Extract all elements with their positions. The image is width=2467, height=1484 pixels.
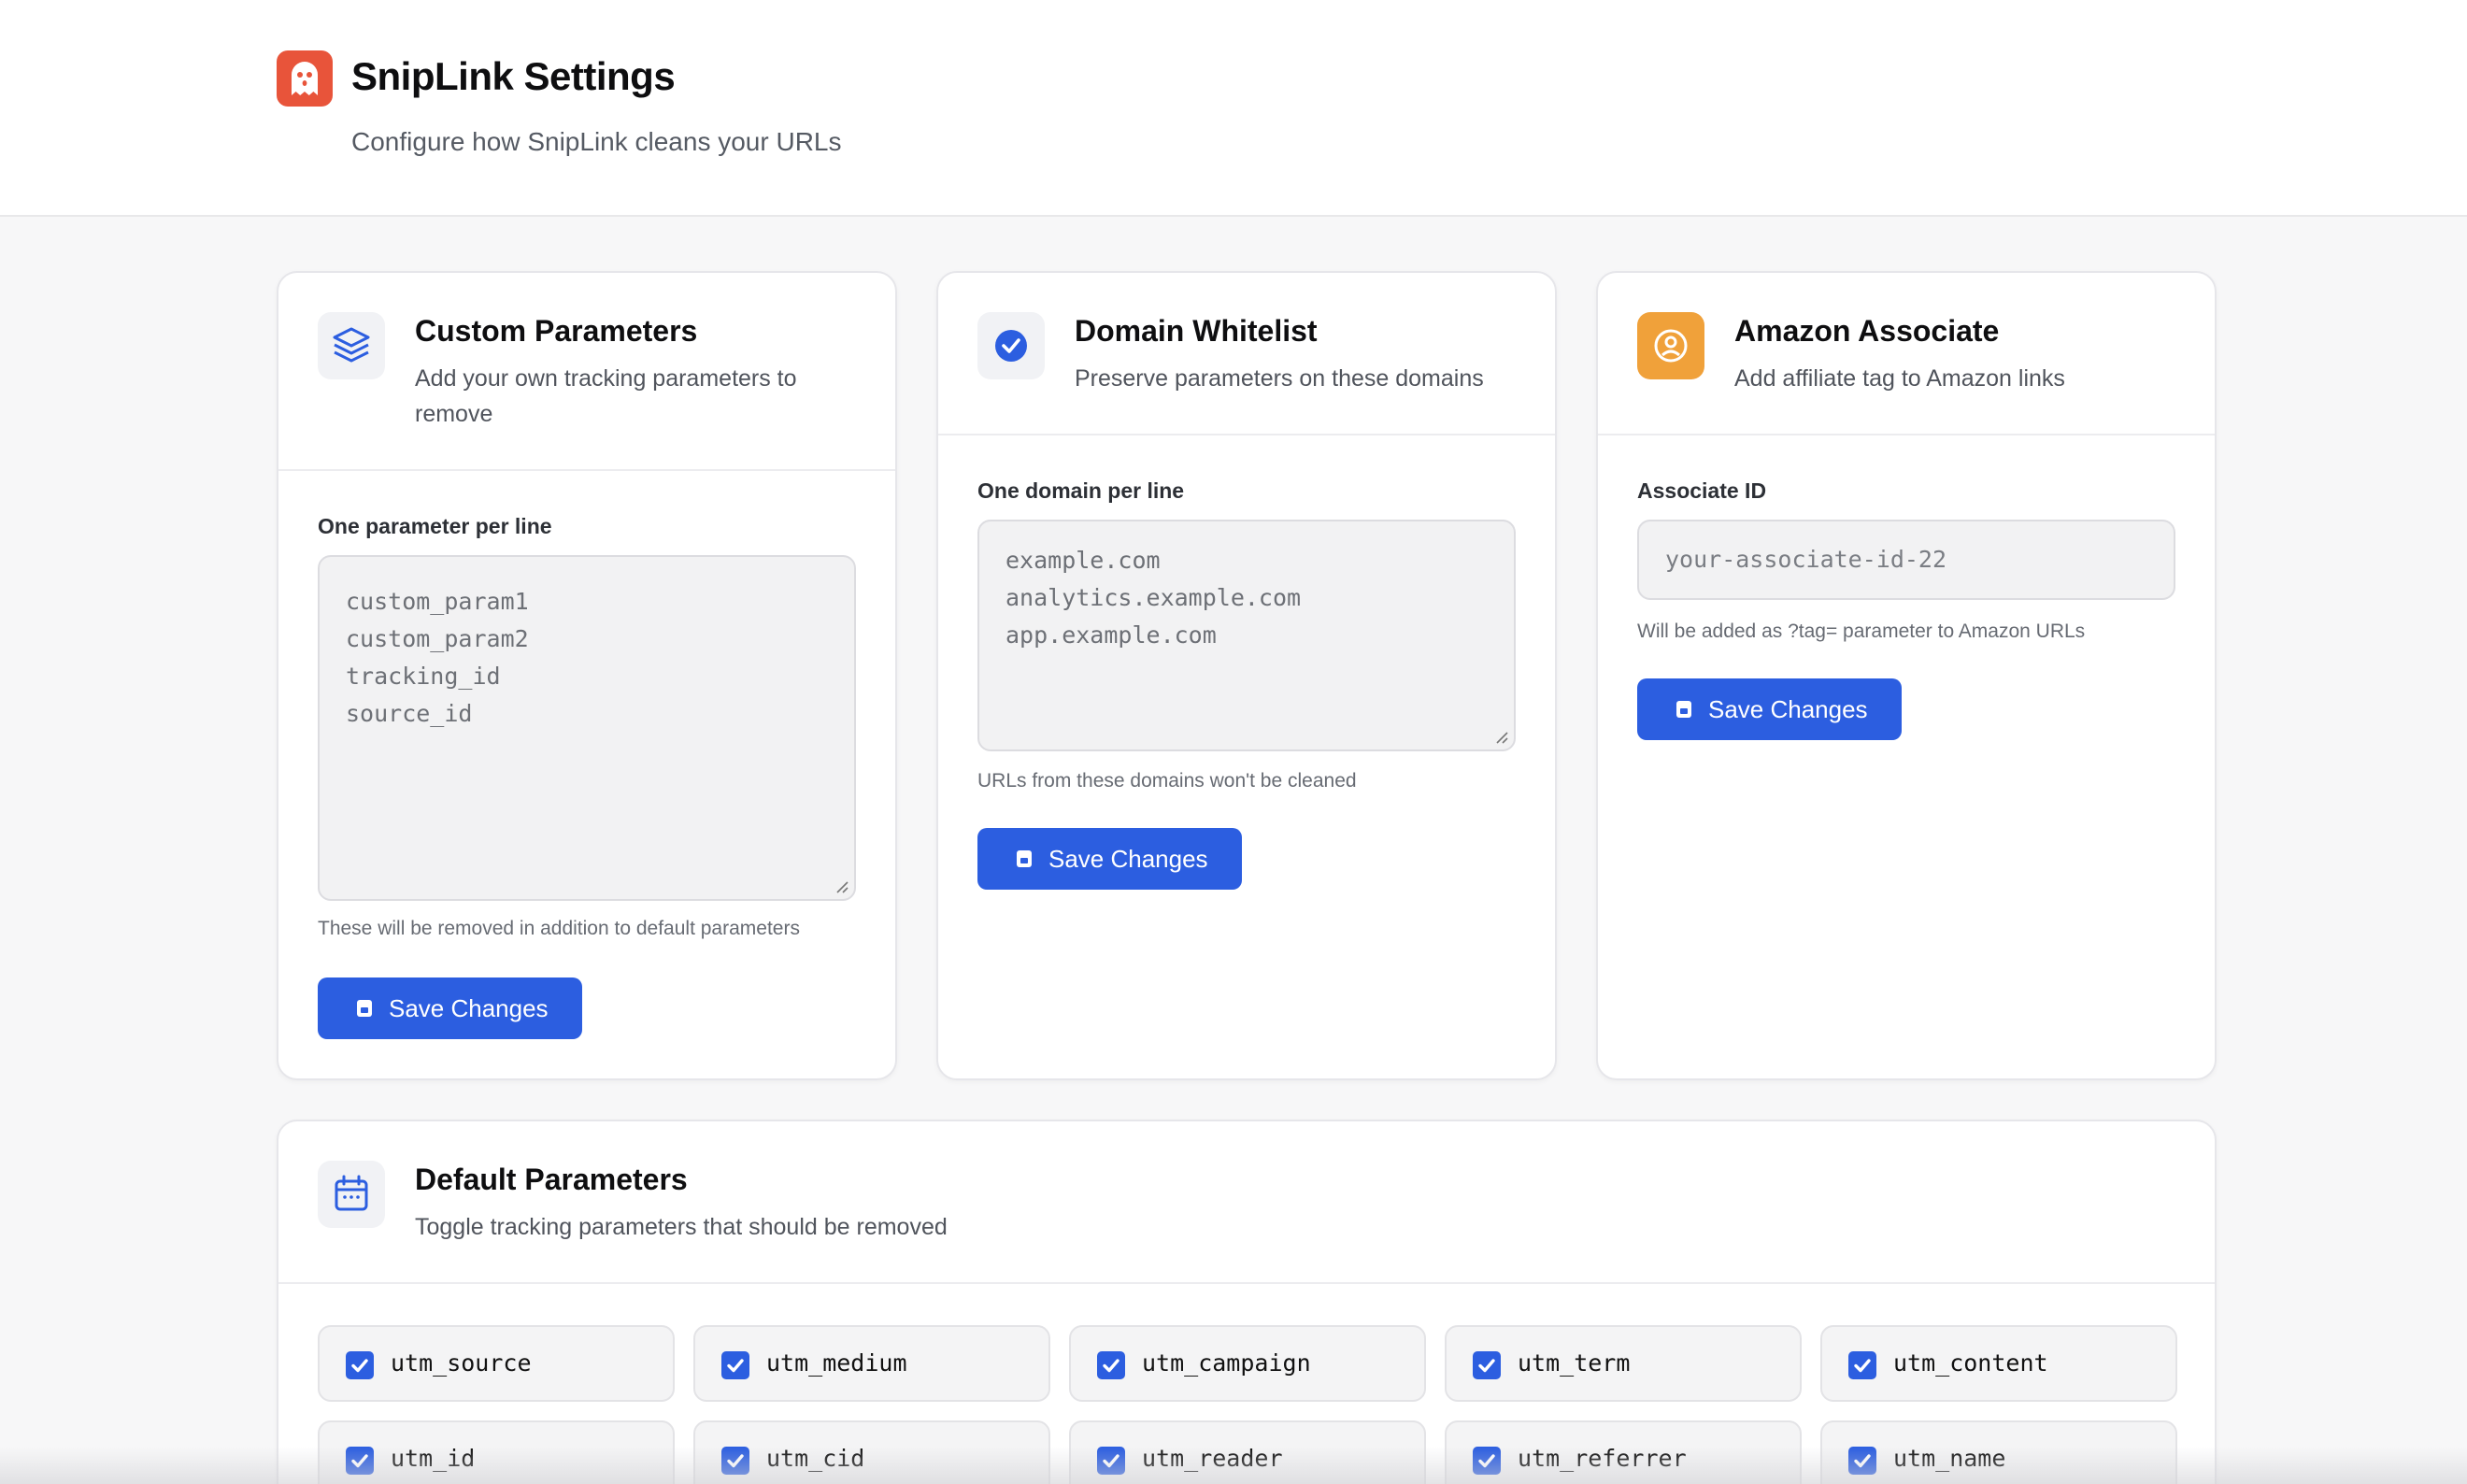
calendar-icon bbox=[318, 1161, 385, 1228]
field-hint: URLs from these domains won't be cleaned bbox=[977, 770, 1357, 792]
card-description: Toggle tracking parameters that should b… bbox=[415, 1214, 948, 1240]
placeholder-line: app.example.com bbox=[1005, 621, 1217, 649]
placeholder-line: analytics.example.com bbox=[1005, 584, 1302, 611]
page-subtitle: Configure how SnipLink cleans your URLs bbox=[351, 127, 842, 156]
layers-icon bbox=[318, 312, 385, 379]
card-description: Preserve parameters on these domains bbox=[1075, 365, 1484, 392]
default-parameters-card: Default Parameters Toggle tracking param… bbox=[277, 1120, 2217, 1484]
checkbox[interactable] bbox=[721, 1351, 749, 1379]
scroll-fade bbox=[0, 1447, 2467, 1484]
card-title: Amazon Associate bbox=[1734, 314, 2000, 348]
save-icon bbox=[357, 1000, 372, 1017]
parameter-toggle[interactable]: utm_source bbox=[318, 1325, 675, 1402]
ghost-logo-icon bbox=[277, 50, 333, 107]
checkbox-check-icon bbox=[1103, 1359, 1119, 1373]
page-title: SnipLink Settings bbox=[351, 54, 676, 98]
placeholder-line: custom_param1 bbox=[346, 588, 529, 615]
save-button-label: Save Changes bbox=[1708, 694, 1868, 723]
parameter-toggle[interactable]: utm_content bbox=[1820, 1325, 2177, 1402]
parameter-toggle[interactable]: utm_campaign bbox=[1069, 1325, 1426, 1402]
save-button-label: Save Changes bbox=[389, 993, 549, 1022]
description-line: Add your own tracking parameters to bbox=[415, 365, 797, 392]
field-hint: Will be added as ?tag= parameter to Amaz… bbox=[1637, 621, 2086, 642]
parameter-name: utm_medium bbox=[766, 1349, 907, 1377]
parameter-name: utm_term bbox=[1518, 1349, 1631, 1377]
card-title: Domain Whitelist bbox=[1075, 314, 1318, 348]
checkbox-check-icon bbox=[1854, 1359, 1871, 1373]
page-header: SnipLink Settings Configure how SnipLink… bbox=[0, 0, 2467, 217]
domain-whitelist-textarea[interactable]: example.com analytics.example.com app.ex… bbox=[977, 520, 1516, 751]
checkbox[interactable] bbox=[1473, 1351, 1501, 1379]
user-circle-icon bbox=[1637, 312, 1704, 379]
field-label: One domain per line bbox=[977, 478, 1185, 503]
associate-id-input[interactable]: your-associate-id-22 bbox=[1637, 520, 2175, 600]
parameter-toggle[interactable]: utm_term bbox=[1445, 1325, 1802, 1402]
save-button[interactable]: Save Changes bbox=[318, 977, 582, 1039]
placeholder-line: source_id bbox=[346, 700, 473, 727]
parameter-name: utm_content bbox=[1893, 1349, 2048, 1377]
save-icon bbox=[1676, 701, 1691, 718]
field-label: Associate ID bbox=[1637, 478, 1767, 503]
field-label: One parameter per line bbox=[318, 514, 552, 538]
checkbox-check-icon bbox=[727, 1359, 744, 1373]
custom-parameters-card: Custom Parameters Add your own tracking … bbox=[277, 271, 897, 1080]
save-icon bbox=[1017, 850, 1032, 867]
domain-whitelist-card: Domain Whitelist Preserve parameters on … bbox=[936, 271, 1557, 1080]
parameter-name: utm_campaign bbox=[1142, 1349, 1311, 1377]
card-header: Domain Whitelist Preserve parameters on … bbox=[938, 273, 1555, 435]
card-title: Default Parameters bbox=[415, 1163, 688, 1196]
resize-handle-icon[interactable] bbox=[834, 878, 848, 893]
checkbox[interactable] bbox=[1848, 1351, 1876, 1379]
checkbox-check-icon bbox=[351, 1359, 368, 1373]
card-header: Default Parameters Toggle tracking param… bbox=[278, 1121, 2215, 1284]
description-line: remove bbox=[415, 401, 493, 427]
card-description: Add your own tracking parameters to remo… bbox=[415, 361, 797, 432]
placeholder-line: tracking_id bbox=[346, 663, 501, 690]
card-title: Custom Parameters bbox=[415, 314, 698, 348]
amazon-associate-card: Amazon Associate Add affiliate tag to Am… bbox=[1596, 271, 2217, 1080]
field-hint: These will be removed in addition to def… bbox=[318, 918, 800, 939]
save-button-label: Save Changes bbox=[1048, 844, 1208, 873]
custom-params-textarea[interactable]: custom_param1 custom_param2 tracking_id … bbox=[318, 555, 856, 901]
card-description: Add affiliate tag to Amazon links bbox=[1734, 365, 2065, 392]
resize-handle-icon[interactable] bbox=[1493, 729, 1508, 744]
parameter-name: utm_source bbox=[391, 1349, 532, 1377]
save-button[interactable]: Save Changes bbox=[1637, 678, 1902, 740]
check-circle-icon bbox=[977, 312, 1045, 379]
save-button[interactable]: Save Changes bbox=[977, 828, 1242, 890]
checkbox-check-icon bbox=[1478, 1359, 1495, 1373]
card-header: Custom Parameters Add your own tracking … bbox=[278, 273, 895, 471]
parameter-toggle[interactable]: utm_medium bbox=[693, 1325, 1050, 1402]
placeholder-line: example.com bbox=[1005, 547, 1161, 574]
card-header: Amazon Associate Add affiliate tag to Am… bbox=[1598, 273, 2215, 435]
checkbox[interactable] bbox=[1097, 1351, 1125, 1379]
checkbox[interactable] bbox=[346, 1351, 374, 1379]
placeholder-line: custom_param2 bbox=[346, 625, 529, 652]
